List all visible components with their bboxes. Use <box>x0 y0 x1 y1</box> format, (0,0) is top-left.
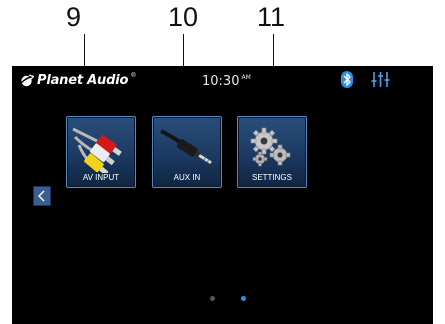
head-unit-screen: Planet Audio ® 10:30 AM AV INPUT AUX IN … <box>12 66 433 324</box>
page-indicator-dot-2[interactable] <box>241 296 246 301</box>
av-input-button[interactable]: AV INPUT <box>66 116 136 188</box>
aux-jack-icon <box>160 129 212 165</box>
av-input-label: AV INPUT <box>82 173 120 182</box>
page-indicator-dot-1[interactable] <box>210 296 215 301</box>
callout-9: 9 <box>66 2 82 32</box>
gears-icon <box>250 127 291 167</box>
callout-10: 10 <box>168 2 199 32</box>
settings-label: SETTINGS <box>251 173 292 182</box>
aux-in-button[interactable]: AUX IN <box>152 116 222 188</box>
brand-logo: Planet Audio ® <box>20 71 136 89</box>
bluetooth-icon[interactable] <box>341 71 353 88</box>
planet-logo-icon <box>20 73 34 86</box>
equalizer-icon[interactable] <box>371 72 390 87</box>
aux-in-label: AUX IN <box>173 173 201 182</box>
settings-button[interactable]: SETTINGS <box>237 116 307 188</box>
rca-cables-icon <box>72 127 122 173</box>
callout-11: 11 <box>257 2 286 32</box>
clock: 10:30 AM <box>202 74 251 89</box>
registered-mark: ® <box>131 73 136 79</box>
clock-time: 10:30 <box>202 74 240 89</box>
chevron-left-icon <box>38 190 45 202</box>
clock-ampm: AM <box>241 74 251 81</box>
brand-name: Planet Audio <box>37 72 129 88</box>
previous-page-button[interactable] <box>33 186 51 206</box>
